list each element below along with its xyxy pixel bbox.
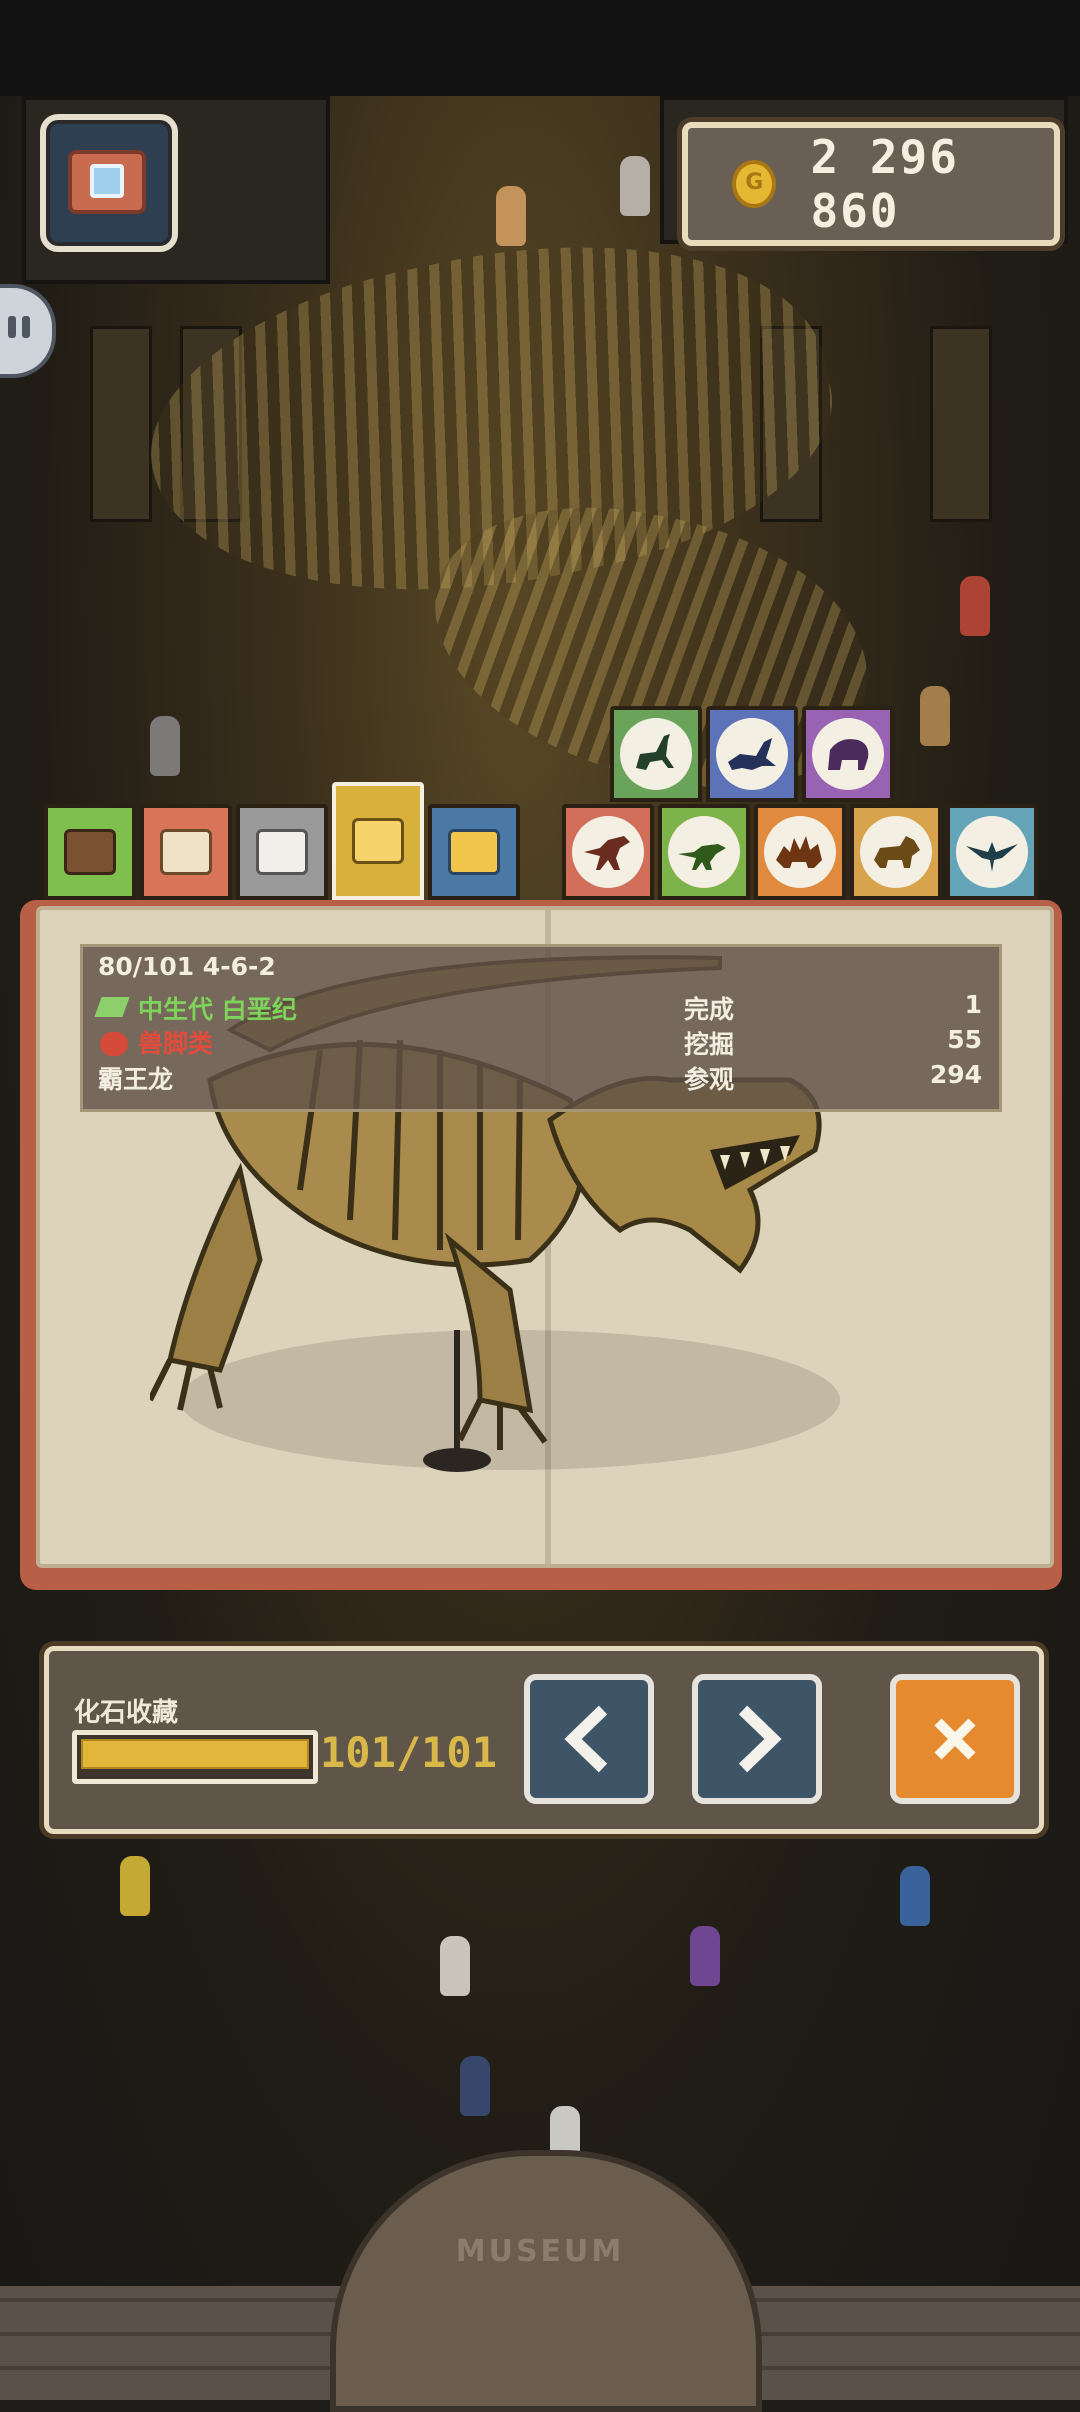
- pause-bar-icon: [8, 316, 16, 338]
- stegosaur-icon: [764, 816, 836, 888]
- visitor: [620, 156, 650, 216]
- visitor: [150, 716, 180, 776]
- collection-progress-text: 101/101: [320, 1728, 498, 1777]
- pillar: [930, 326, 992, 522]
- visitor: [440, 1936, 470, 1996]
- tab-brown-crate[interactable]: [140, 804, 232, 900]
- tab-plesiosaur[interactable]: [706, 706, 798, 802]
- visitor: [960, 576, 990, 636]
- camera-button[interactable]: [40, 114, 178, 252]
- stat-value-completed: 1: [964, 990, 982, 1019]
- museum-sign: MUSEUM: [455, 2234, 625, 2269]
- visitor: [496, 186, 526, 246]
- crate-icon: [160, 829, 212, 875]
- pause-bar-icon: [22, 316, 30, 338]
- coin-counter: G 2 296 860: [682, 122, 1060, 246]
- pillar: [90, 326, 152, 522]
- camera-lens: [90, 164, 124, 198]
- tab-mammoth[interactable]: [802, 706, 894, 802]
- visitor: [120, 1856, 150, 1916]
- close-button[interactable]: [890, 1674, 1020, 1804]
- tab-theropod[interactable]: [562, 804, 654, 900]
- triceratops-icon: [860, 816, 932, 888]
- close-icon: [934, 1718, 976, 1760]
- tab-stegosaur[interactable]: [754, 804, 846, 900]
- stat-label-visits: 参观: [684, 1065, 735, 1094]
- tab-triceratops[interactable]: [850, 804, 942, 900]
- tab-pterosaur[interactable]: [946, 804, 1038, 900]
- camera-icon: [68, 150, 146, 214]
- crate-icon: [448, 829, 500, 875]
- visitor: [920, 686, 950, 746]
- tab-blue-crate[interactable]: [428, 804, 520, 900]
- tab-gray-crate[interactable]: [236, 804, 328, 900]
- coin-icon: G: [732, 160, 777, 208]
- pterosaur-icon: [956, 816, 1028, 888]
- next-button[interactable]: [692, 1674, 822, 1804]
- chevron-left-icon: [564, 1705, 608, 1773]
- theropod-icon: [572, 816, 644, 888]
- class-icon: [100, 1032, 128, 1056]
- fossil-era: 中生代 白垩纪: [138, 995, 297, 1024]
- progress-fill: [81, 1739, 309, 1769]
- sauropod-icon: [620, 718, 692, 790]
- stat-value-excavated: 55: [947, 1025, 982, 1054]
- raptor-icon: [668, 816, 740, 888]
- crate-icon: [256, 829, 308, 875]
- previous-button[interactable]: [524, 1674, 654, 1804]
- fossil-class: 兽脚类: [138, 1029, 214, 1058]
- status-bar: [0, 0, 1080, 96]
- coin-amount: 2 296 860: [810, 130, 959, 238]
- tab-raptor[interactable]: [658, 804, 750, 900]
- tab-gold-crate[interactable]: [332, 782, 424, 900]
- visitor: [900, 1866, 930, 1926]
- visitor: [690, 1926, 720, 1986]
- plesiosaur-icon: [716, 718, 788, 790]
- stat-label-completed: 完成: [684, 995, 735, 1024]
- stat-value-visits: 294: [929, 1060, 982, 1089]
- visitor: [460, 2056, 490, 2116]
- crate-icon: [352, 818, 404, 864]
- collection-label: 化石收藏: [74, 1698, 179, 1728]
- mammoth-icon: [812, 718, 884, 790]
- barrel-icon: [64, 829, 116, 875]
- fossil-id: 80/101 4-6-2: [98, 952, 276, 981]
- stat-label-excavated: 挖掘: [684, 1030, 735, 1059]
- dinosaur-name: 霸王龙: [98, 1065, 174, 1094]
- chevron-right-icon: [738, 1705, 782, 1773]
- tab-barrel[interactable]: [44, 804, 136, 900]
- tab-sauropod[interactable]: [610, 706, 702, 802]
- collection-progress-bar: [72, 1730, 318, 1784]
